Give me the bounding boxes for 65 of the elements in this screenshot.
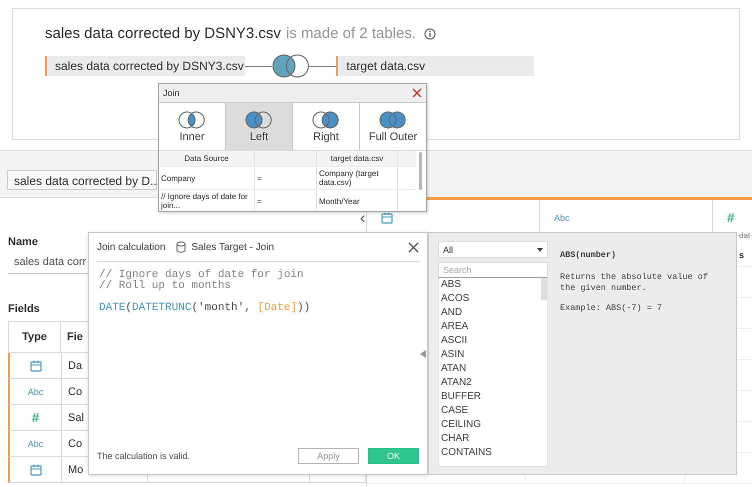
column-name: s [739, 250, 744, 260]
table-cell: = [255, 167, 317, 189]
data-source-name: Sales Target - Join [191, 242, 276, 252]
join-type-tab[interactable]: Inner [159, 103, 226, 150]
table-cell: // Ignore days of date for join... [159, 190, 255, 211]
join-venn-icon[interactable] [272, 54, 310, 78]
string-type-icon: Abc [28, 386, 44, 396]
function-item[interactable]: ASIN [439, 348, 540, 362]
database-icon [176, 241, 186, 253]
table-count-text: is made of 2 tables. [286, 25, 416, 42]
table-pill[interactable]: sales data corrected by DSNY3.csv [45, 56, 245, 76]
column-header: Data Source [159, 151, 255, 166]
fields-label: Fields [8, 303, 40, 315]
code-comment: // Roll up to months [99, 281, 232, 292]
function-item[interactable]: CASE [439, 404, 540, 418]
table-cell: Month/Year [317, 190, 398, 211]
function-item[interactable]: ATAN [439, 362, 540, 376]
function-item[interactable]: AND [439, 306, 540, 320]
table-cell: Company (target data.csv) [317, 167, 398, 189]
popup-title: Join [163, 88, 180, 98]
function-item[interactable]: CONTAINS [439, 446, 540, 460]
join-type-tab[interactable]: Left [226, 103, 293, 150]
function-item[interactable]: CHAR [439, 432, 540, 446]
calendar-icon [381, 212, 393, 224]
column-name: dat [739, 231, 750, 240]
code-expression: DATE(DATETRUNC('month', [Date])) [99, 303, 312, 314]
table-cell: Company [159, 167, 255, 189]
function-item[interactable]: ABS [439, 278, 540, 292]
function-item[interactable]: ASCII [439, 334, 540, 348]
info-icon [424, 28, 436, 40]
search-field[interactable]: Search [438, 262, 548, 278]
table-cell: = [255, 190, 317, 211]
calendar-icon [30, 360, 42, 372]
calendar-icon [30, 464, 42, 476]
function-item[interactable]: BUFFER [439, 390, 540, 404]
function-item[interactable]: ACOS [439, 292, 540, 306]
venn-icon [245, 110, 273, 128]
venn-icon [312, 110, 340, 128]
close-icon [412, 88, 422, 98]
venn-icon [178, 110, 206, 128]
scrollbar[interactable] [419, 152, 422, 190]
venn-icon [379, 110, 407, 128]
function-item[interactable]: CEILING [439, 418, 540, 432]
column-header: Type [9, 322, 61, 352]
function-item[interactable]: AREA [439, 320, 540, 334]
code-comment: // Ignore days of date for join [99, 270, 305, 281]
collapse-chevron-icon[interactable]: ‹ [360, 212, 366, 226]
string-type-icon: Abc [28, 438, 44, 448]
number-type-icon: # [32, 410, 40, 425]
category-dropdown[interactable]: All [438, 241, 548, 258]
function-description: Returns the absolute value of the given number. [560, 272, 709, 294]
data-source-title: sales data corrected by DSNY3.csv [45, 25, 281, 42]
function-item[interactable]: ATAN2 [439, 376, 540, 390]
dropdown-caret-icon [537, 248, 543, 252]
column-header: target data.csv [317, 151, 398, 166]
collapse-arrow-icon [420, 350, 426, 358]
dialog-title: Join calculation [97, 242, 166, 252]
string-type-icon: Abc [554, 212, 570, 222]
table-pill[interactable]: target data.csv [336, 56, 534, 76]
number-type-icon: # [727, 210, 734, 225]
name-label: Name [8, 236, 38, 248]
function-signature: ABS(number) [560, 250, 618, 260]
scrollbar[interactable] [541, 278, 547, 300]
close-icon[interactable] [408, 242, 419, 252]
function-example: Example: ABS(-7) = 7 [560, 303, 664, 314]
